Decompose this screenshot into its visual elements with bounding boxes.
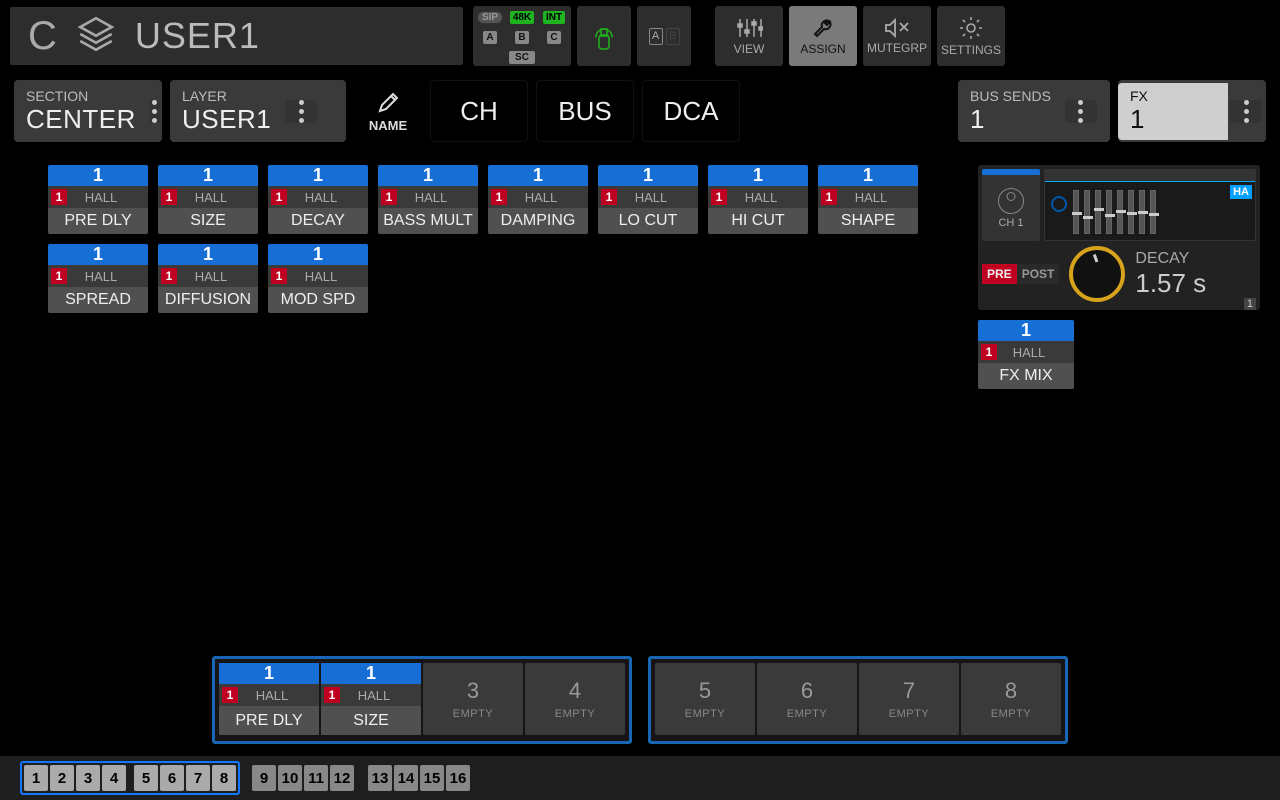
pre-post-toggle[interactable]: PRE POST — [982, 264, 1059, 284]
group-a-badge: A — [483, 31, 496, 44]
knob-slot-filled[interactable]: 11HALLPRE DLY — [219, 663, 319, 735]
rate-badge: 48K — [510, 11, 534, 24]
fx-rack-display[interactable]: HA — [1044, 169, 1256, 241]
mutegrp-button[interactable]: MUTEGRP — [863, 6, 931, 66]
rack-knob-icon — [1051, 196, 1067, 212]
param-tile[interactable]: 11HALLSHAPE — [818, 165, 918, 234]
sip-badge: SIP — [477, 11, 503, 24]
param-tile[interactable]: 11HALLBASS MULT — [378, 165, 478, 234]
page-group: 9101112 — [250, 763, 356, 793]
page-group-active: 12345678 — [20, 761, 240, 795]
sd-button[interactable]: A B — [637, 6, 691, 66]
ha-badge: HA — [1230, 185, 1252, 199]
status-panel[interactable]: SIP 48K INT A B C SC — [473, 6, 571, 66]
usb-button[interactable] — [577, 6, 631, 66]
detail-index: 1 — [1244, 298, 1256, 310]
page-button[interactable]: 11 — [304, 765, 328, 791]
pencil-icon — [375, 90, 401, 116]
page-button[interactable]: 12 — [330, 765, 354, 791]
name-button[interactable]: NAME — [354, 80, 422, 142]
page-group: 13141516 — [366, 763, 472, 793]
fx-menu-icon[interactable] — [1230, 100, 1262, 123]
fx-selector[interactable]: FX 1 — [1118, 80, 1266, 142]
group-c-badge: C — [547, 31, 560, 44]
gear-icon — [958, 15, 984, 41]
view-button[interactable]: VIEW — [715, 6, 783, 66]
page-button[interactable]: 16 — [446, 765, 470, 791]
sc-badge: SC — [509, 51, 535, 64]
section-letter: C — [28, 14, 57, 59]
mic-icon — [998, 188, 1024, 214]
wrench-icon — [810, 16, 836, 40]
sliders-icon — [735, 16, 763, 40]
channel-box[interactable]: CH 1 — [982, 169, 1040, 241]
settings-button[interactable]: SETTINGS — [937, 6, 1005, 66]
bus-sends-menu-icon[interactable] — [1065, 100, 1097, 123]
param-tile[interactable]: 11HALLDIFFUSION — [158, 244, 258, 313]
page-button[interactable]: 10 — [278, 765, 302, 791]
knob-slot-group-b: 5EMPTY6EMPTY7EMPTY8EMPTY — [648, 656, 1068, 744]
param-tile[interactable]: 11HALLDECAY — [268, 165, 368, 234]
fx-mix-tile[interactable]: 1 1HALL FX MIX — [978, 320, 1074, 389]
page-button[interactable]: 15 — [420, 765, 444, 791]
page-button[interactable]: 1 — [24, 765, 48, 791]
knob-value: 1.57 s — [1135, 268, 1206, 299]
param-tile[interactable]: 11HALLMOD SPD — [268, 244, 368, 313]
bus-tab[interactable]: BUS — [536, 80, 634, 142]
param-tile[interactable]: 11HALLHI CUT — [708, 165, 808, 234]
page-button[interactable]: 14 — [394, 765, 418, 791]
sd-b: B — [666, 28, 680, 45]
page-button[interactable]: 7 — [186, 765, 210, 791]
layer-menu-icon[interactable] — [285, 100, 317, 123]
group-b-badge: B — [515, 31, 528, 44]
layers-icon — [75, 13, 117, 60]
section-menu-icon[interactable] — [150, 100, 160, 123]
layer-name: USER1 — [135, 15, 260, 57]
page-button[interactable]: 2 — [50, 765, 74, 791]
knob-slot-empty[interactable]: 6EMPTY — [757, 663, 857, 735]
knob-slot-empty[interactable]: 4EMPTY — [525, 663, 625, 735]
page-button[interactable]: 4 — [102, 765, 126, 791]
mute-icon — [883, 17, 911, 39]
ch-tab[interactable]: CH — [430, 80, 528, 142]
usb-icon — [593, 21, 615, 51]
knob-slot-group-a: 11HALLPRE DLY11HALLSIZE3EMPTY4EMPTY — [212, 656, 632, 744]
page-button[interactable]: 6 — [160, 765, 184, 791]
param-tile[interactable]: 11HALLLO CUT — [598, 165, 698, 234]
page-bar: 12345678910111213141516 — [0, 756, 1280, 800]
parameter-detail-panel: CH 1 HA — [978, 165, 1260, 310]
page-button[interactable]: 5 — [134, 765, 158, 791]
param-tile[interactable]: 11HALLPRE DLY — [48, 165, 148, 234]
page-button[interactable]: 9 — [252, 765, 276, 791]
bus-sends-selector[interactable]: BUS SENDS 1 — [958, 80, 1110, 142]
knob-slot-empty[interactable]: 7EMPTY — [859, 663, 959, 735]
header-layer-display[interactable]: C USER1 — [10, 7, 463, 65]
knob-slot-filled[interactable]: 11HALLSIZE — [321, 663, 421, 735]
param-tile[interactable]: 11HALLSPREAD — [48, 244, 148, 313]
parameter-knob[interactable] — [1069, 246, 1125, 302]
page-button[interactable]: 13 — [368, 765, 392, 791]
section-selector[interactable]: SECTION CENTER — [14, 80, 162, 142]
dca-tab[interactable]: DCA — [642, 80, 740, 142]
param-tile[interactable]: 11HALLSIZE — [158, 165, 258, 234]
page-button[interactable]: 3 — [76, 765, 100, 791]
clock-badge: INT — [543, 11, 565, 24]
knob-label: DECAY — [1135, 250, 1206, 268]
param-tile[interactable]: 11HALLDAMPING — [488, 165, 588, 234]
assign-button[interactable]: ASSIGN — [789, 6, 857, 66]
layer-selector[interactable]: LAYER USER1 — [170, 80, 346, 142]
knob-slot-empty[interactable]: 5EMPTY — [655, 663, 755, 735]
sd-a: A — [649, 28, 663, 45]
knob-slot-empty[interactable]: 3EMPTY — [423, 663, 523, 735]
knob-slot-empty[interactable]: 8EMPTY — [961, 663, 1061, 735]
page-button[interactable]: 8 — [212, 765, 236, 791]
